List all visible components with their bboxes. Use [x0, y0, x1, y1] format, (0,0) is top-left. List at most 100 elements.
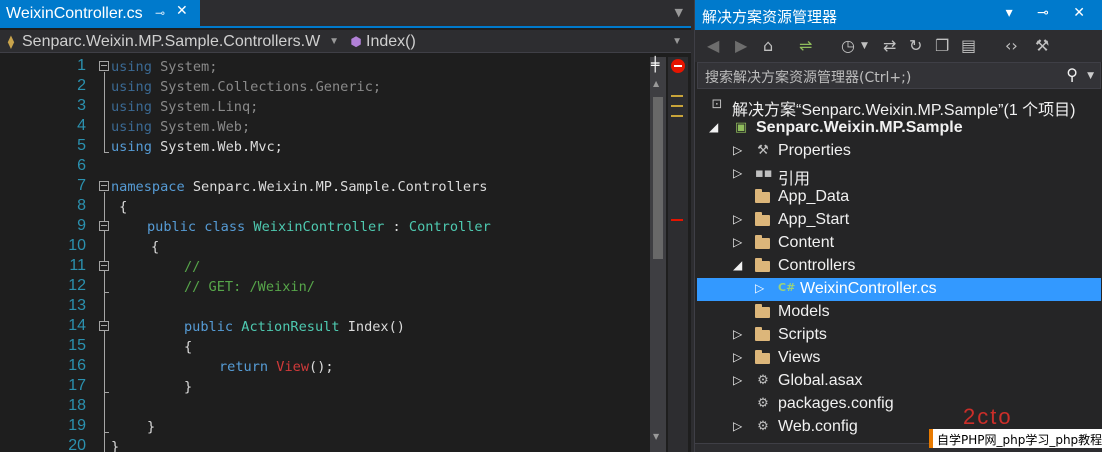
properties-icon[interactable]: ▤	[961, 36, 976, 55]
method-icon: ⬢	[350, 33, 362, 49]
collapsed-arrow-icon[interactable]: ▷	[733, 419, 742, 433]
folder-icon	[755, 350, 771, 366]
collapse-all-icon[interactable]: ↻	[909, 36, 922, 55]
error-marker	[671, 219, 683, 221]
code-line: // GET: /Weixin/	[184, 279, 315, 295]
refresh-icon[interactable]: ⇄	[883, 36, 896, 55]
line-number: 20	[68, 437, 86, 452]
code-line: using System.Linq;	[111, 99, 259, 115]
open-folder-icon	[755, 258, 771, 274]
code-line: using System;	[111, 59, 218, 75]
collapse-region-button[interactable]	[99, 61, 109, 71]
document-tab-title: WeixinController.cs	[6, 5, 143, 22]
config-file-icon: ⚙	[757, 396, 769, 411]
collapsed-arrow-icon[interactable]: ▷	[733, 212, 742, 226]
close-icon[interactable]: ✕	[176, 3, 188, 19]
tab-list-dropdown-icon[interactable]: ▼	[675, 6, 683, 19]
document-tab[interactable]: WeixinController.cs ⊸ ✕	[0, 0, 200, 28]
collapsed-arrow-icon[interactable]: ▷	[733, 350, 742, 364]
code-line: using System.Web.Mvc;	[111, 139, 283, 155]
back-icon[interactable]: ◀	[707, 36, 719, 55]
line-number: 9	[77, 217, 86, 234]
folder-icon	[755, 304, 771, 320]
collapse-region-button[interactable]	[99, 321, 109, 331]
tree-item-properties[interactable]: ▷ ⚒ Properties	[697, 140, 1101, 163]
pin-icon[interactable]: ⊸	[155, 6, 165, 20]
wrench-icon[interactable]: ⚒	[1035, 36, 1049, 55]
tree-item-project[interactable]: ◢ ▣ Senparc.Weixin.MP.Sample	[697, 117, 1101, 140]
chevron-down-icon[interactable]: ▼	[1087, 71, 1094, 81]
tree-item-app-start[interactable]: ▷ App_Start	[697, 209, 1101, 232]
code-line: {	[151, 239, 160, 255]
vertical-scrollbar[interactable]: ╪ ▲ ▼	[650, 57, 666, 452]
collapse-region-button[interactable]	[99, 221, 109, 231]
outline-guide-end	[104, 152, 109, 153]
code-line: public ActionResult Index()	[184, 319, 405, 335]
solution-search-input[interactable]: 搜索解决方案资源管理器(Ctrl+;) ⚲ ▼	[697, 62, 1101, 89]
home-icon[interactable]: ⌂	[763, 36, 773, 55]
tree-item-app-data[interactable]: App_Data	[697, 186, 1101, 209]
config-file-icon: ⚙	[757, 373, 769, 388]
code-line: return View();	[219, 359, 334, 375]
collapsed-arrow-icon[interactable]: ▷	[733, 235, 742, 249]
collapsed-arrow-icon[interactable]: ▷	[733, 373, 742, 387]
code-line: }	[184, 379, 193, 395]
tree-item-label: App_Data	[778, 188, 850, 205]
collapsed-arrow-icon[interactable]: ▷	[733, 327, 742, 341]
code-line: namespace Senparc.Weixin.MP.Sample.Contr…	[111, 179, 488, 195]
collapse-region-button[interactable]	[99, 261, 109, 271]
class-navigation-dropdown[interactable]: ⧫ Senparc.Weixin.MP.Sample.Controllers.W…	[0, 32, 343, 51]
view-code-icon[interactable]: ‹›	[1005, 36, 1018, 55]
tree-item-label: Content	[778, 234, 835, 251]
tree-item-label: packages.config	[778, 395, 894, 412]
split-view-handle[interactable]: ╪	[651, 58, 659, 72]
line-number: 12	[68, 277, 86, 294]
tree-item-references[interactable]: ▷ ▪▪ 引用	[697, 163, 1101, 188]
expanded-arrow-icon[interactable]: ◢	[733, 258, 742, 272]
tree-item-label: WeixinController.cs	[800, 280, 937, 297]
forward-icon[interactable]: ▶	[735, 36, 747, 55]
scroll-down-arrow[interactable]: ▼	[653, 432, 659, 441]
code-line: }	[111, 439, 120, 452]
document-tab-bar: WeixinController.cs ⊸ ✕ ▼	[0, 0, 691, 28]
tree-item-views[interactable]: ▷ Views	[697, 347, 1101, 370]
collapsed-arrow-icon[interactable]: ▷	[733, 166, 742, 180]
tree-item-scripts[interactable]: ▷ Scripts	[697, 324, 1101, 347]
collapse-region-button[interactable]	[99, 181, 109, 191]
solution-explorer-title-bar[interactable]: 解决方案资源管理器 ▾ ⊸ ✕	[695, 0, 1102, 30]
tree-item-label: Views	[778, 349, 821, 366]
tree-item-content[interactable]: ▷ Content	[697, 232, 1101, 255]
panel-window-buttons[interactable]: ▾ ⊸ ✕	[1006, 5, 1095, 21]
tree-item-packages-config[interactable]: ⚙ packages.config	[697, 393, 1101, 416]
tree-item-solution[interactable]: ⊡ 解决方案“Senparc.Weixin.MP.Sample”(1 个项目)	[697, 94, 1101, 119]
tree-item-label: Properties	[778, 142, 851, 159]
line-number: 6	[77, 157, 86, 174]
class-icon: ⧫	[7, 33, 15, 49]
member-navigation-dropdown[interactable]: ⬢ Index() ▼	[346, 32, 686, 51]
scroll-up-arrow[interactable]: ▲	[653, 79, 659, 88]
outline-guide	[104, 272, 105, 292]
pending-changes-filter-icon[interactable]: ◷	[841, 36, 855, 55]
show-all-files-icon[interactable]: ❐	[935, 36, 949, 55]
line-number: 3	[77, 97, 86, 114]
line-number: 10	[68, 237, 86, 254]
tree-item-label: Controllers	[778, 257, 856, 274]
line-number: 2	[77, 77, 86, 94]
tree-item-weixincontroller[interactable]: ▷ C# WeixinController.cs	[697, 278, 1101, 301]
member-navigation-label: Index()	[366, 32, 416, 50]
chevron-down-icon[interactable]: ▼	[861, 41, 868, 51]
tree-item-global-asax[interactable]: ▷ ⚙ Global.asax	[697, 370, 1101, 393]
scrollbar-thumb[interactable]	[653, 97, 663, 259]
tree-item-controllers[interactable]: ◢ Controllers	[697, 255, 1101, 278]
collapsed-arrow-icon[interactable]: ▷	[733, 143, 742, 157]
web-project-icon: ▣	[734, 120, 748, 135]
collapsed-arrow-icon[interactable]: ▷	[755, 281, 764, 295]
tree-item-models[interactable]: Models	[697, 301, 1101, 324]
outline-guide-end	[104, 292, 109, 293]
error-indicator-icon[interactable]	[671, 59, 685, 73]
sync-with-active-document-icon[interactable]: ⇌	[799, 36, 812, 55]
expanded-arrow-icon[interactable]: ◢	[709, 120, 718, 134]
line-number: 19	[68, 417, 86, 434]
search-icon[interactable]: ⚲	[1066, 65, 1078, 84]
code-editor[interactable]: WeixinController.cs ⊸ ✕ ▼ ⧫ Senparc.Weix…	[0, 0, 691, 452]
